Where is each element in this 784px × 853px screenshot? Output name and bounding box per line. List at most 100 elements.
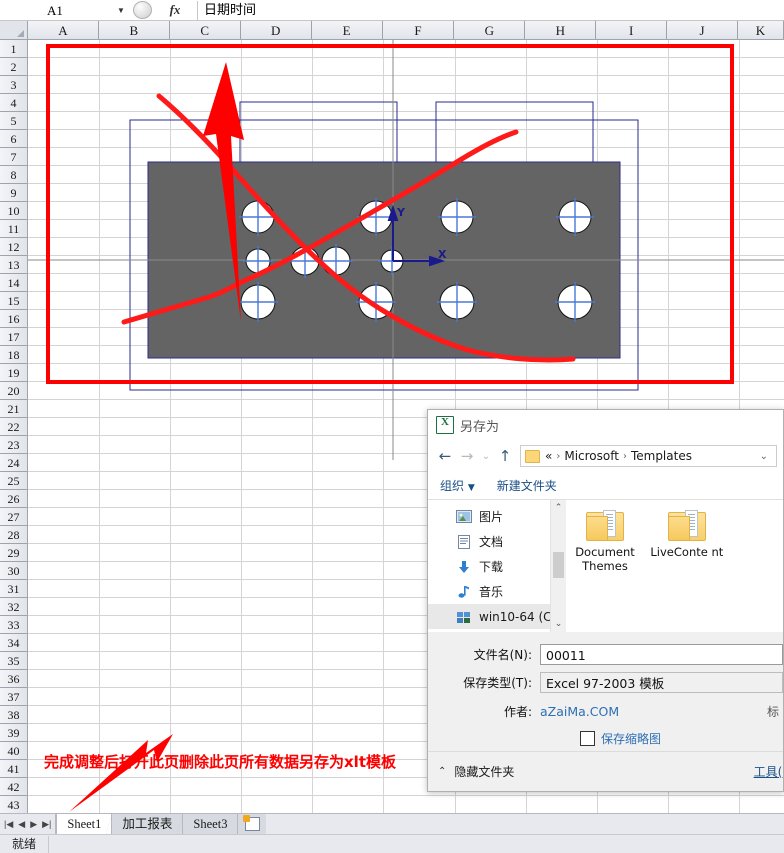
row-header-34[interactable]: 34 bbox=[0, 634, 28, 652]
row-header-41[interactable]: 41 bbox=[0, 760, 28, 778]
row-header-5[interactable]: 5 bbox=[0, 112, 28, 130]
first-sheet-icon[interactable]: |◀ bbox=[4, 819, 13, 830]
save-thumbnail-checkbox[interactable] bbox=[580, 730, 595, 746]
sidebar-item-drive-c[interactable]: win10-64 (C:) bbox=[428, 604, 566, 629]
file-item-label: Document Themes bbox=[575, 545, 635, 573]
tools-button[interactable]: 工具(L bbox=[754, 763, 783, 780]
row-header-29[interactable]: 29 bbox=[0, 544, 28, 562]
column-header-d[interactable]: D bbox=[240, 21, 312, 40]
save-as-dialog[interactable]: 另存为 ← → ⌄ ↑ « › Microsoft › Templates ⌄ … bbox=[427, 409, 784, 792]
row-header-13[interactable]: 13 bbox=[0, 256, 28, 274]
row-header-15[interactable]: 15 bbox=[0, 292, 28, 310]
arrow-up-icon[interactable]: ↑ bbox=[494, 445, 516, 467]
sidebar-item-documents[interactable]: 文档 bbox=[428, 529, 566, 554]
column-header-c[interactable]: C bbox=[169, 21, 241, 40]
chevron-down-icon[interactable]: ⌄ bbox=[551, 616, 566, 632]
hide-folders-button[interactable]: ⌃ 隐藏文件夹 bbox=[438, 763, 514, 780]
file-item[interactable]: LiveConte nt bbox=[648, 510, 726, 559]
row-header-12[interactable]: 12 bbox=[0, 238, 28, 256]
sidebar-item-music[interactable]: 音乐 bbox=[428, 579, 566, 604]
next-sheet-icon[interactable]: ▶ bbox=[30, 819, 37, 830]
formula-input[interactable]: 日期时间 bbox=[197, 0, 784, 20]
row-header-42[interactable]: 42 bbox=[0, 778, 28, 796]
row-header-3[interactable]: 3 bbox=[0, 76, 28, 94]
sidebar-scrollbar[interactable]: ⌃ ⌄ bbox=[550, 500, 566, 632]
row-header-31[interactable]: 31 bbox=[0, 580, 28, 598]
row-header-17[interactable]: 17 bbox=[0, 328, 28, 346]
sheet-tab-sheet1[interactable]: Sheet1 bbox=[51, 814, 112, 834]
row-header-1[interactable]: 1 bbox=[0, 40, 28, 58]
column-header-j[interactable]: J bbox=[667, 21, 739, 40]
sidebar-item-downloads[interactable]: 下载 bbox=[428, 554, 566, 579]
prev-sheet-icon[interactable]: ◀ bbox=[18, 819, 25, 830]
new-sheet-button[interactable] bbox=[237, 814, 267, 834]
row-header-30[interactable]: 30 bbox=[0, 562, 28, 580]
organize-button[interactable]: 组织 ▼ bbox=[440, 477, 475, 494]
author-value[interactable]: aZaiMa.COM bbox=[540, 704, 619, 719]
row-header-28[interactable]: 28 bbox=[0, 526, 28, 544]
column-header-i[interactable]: I bbox=[596, 21, 668, 40]
chevron-down-icon[interactable]: ⌄ bbox=[478, 445, 494, 467]
select-all-corner[interactable] bbox=[0, 21, 28, 40]
column-header-h[interactable]: H bbox=[525, 21, 597, 40]
sheet-tab-sheet3[interactable]: Sheet3 bbox=[177, 814, 238, 834]
last-sheet-icon[interactable]: ▶| bbox=[42, 819, 51, 830]
sheet-tab-processing-report[interactable]: 加工报表 bbox=[106, 814, 183, 834]
chevron-down-icon[interactable]: ▼ bbox=[110, 1, 132, 20]
row-header-32[interactable]: 32 bbox=[0, 598, 28, 616]
row-header-43[interactable]: 43 bbox=[0, 796, 28, 814]
row-header-26[interactable]: 26 bbox=[0, 490, 28, 508]
column-header-b[interactable]: B bbox=[98, 21, 170, 40]
breadcrumb[interactable]: « › Microsoft › Templates ⌄ bbox=[520, 445, 777, 467]
breadcrumb-item-templates[interactable]: Templates bbox=[631, 449, 692, 463]
row-header-6[interactable]: 6 bbox=[0, 130, 28, 148]
row-header-21[interactable]: 21 bbox=[0, 400, 28, 418]
arrow-left-icon[interactable]: ← bbox=[434, 445, 456, 467]
file-item[interactable]: Document Themes bbox=[566, 510, 644, 573]
tags-label[interactable]: 标 bbox=[767, 703, 779, 720]
row-header-9[interactable]: 9 bbox=[0, 184, 28, 202]
column-header-f[interactable]: F bbox=[382, 21, 455, 40]
filename-input[interactable]: 00011 bbox=[540, 643, 783, 665]
row-header-27[interactable]: 27 bbox=[0, 508, 28, 526]
row-header-11[interactable]: 11 bbox=[0, 220, 28, 238]
row-header-37[interactable]: 37 bbox=[0, 688, 28, 706]
chevron-down-icon[interactable]: ⌄ bbox=[760, 451, 768, 462]
save-thumbnail-label[interactable]: 保存缩略图 bbox=[601, 730, 661, 747]
row-header-18[interactable]: 18 bbox=[0, 346, 28, 364]
row-header-23[interactable]: 23 bbox=[0, 436, 28, 454]
row-header-4[interactable]: 4 bbox=[0, 94, 28, 112]
row-header-14[interactable]: 14 bbox=[0, 274, 28, 292]
column-header-k[interactable]: K bbox=[738, 21, 784, 40]
column-header-e[interactable]: E bbox=[311, 21, 383, 40]
row-header-25[interactable]: 25 bbox=[0, 472, 28, 490]
row-header-19[interactable]: 19 bbox=[0, 364, 28, 382]
arrow-right-icon[interactable]: → bbox=[456, 445, 478, 467]
row-header-8[interactable]: 8 bbox=[0, 166, 28, 184]
row-header-40[interactable]: 40 bbox=[0, 742, 28, 760]
row-header-36[interactable]: 36 bbox=[0, 670, 28, 688]
row-header-20[interactable]: 20 bbox=[0, 382, 28, 400]
dialog-file-list[interactable]: Document Themes LiveConte nt bbox=[566, 500, 783, 632]
breadcrumb-item-microsoft[interactable]: Microsoft bbox=[564, 449, 619, 463]
row-header-24[interactable]: 24 bbox=[0, 454, 28, 472]
row-header-16[interactable]: 16 bbox=[0, 310, 28, 328]
chevron-up-icon[interactable]: ⌃ bbox=[551, 500, 566, 516]
column-header-a[interactable]: A bbox=[27, 21, 99, 40]
row-header-39[interactable]: 39 bbox=[0, 724, 28, 742]
name-box[interactable]: A1 bbox=[0, 0, 110, 20]
row-header-22[interactable]: 22 bbox=[0, 418, 28, 436]
row-header-35[interactable]: 35 bbox=[0, 652, 28, 670]
new-folder-button[interactable]: 新建文件夹 bbox=[497, 477, 557, 494]
row-header-7[interactable]: 7 bbox=[0, 148, 28, 166]
row-header-38[interactable]: 38 bbox=[0, 706, 28, 724]
sidebar-item-pictures[interactable]: 图片 bbox=[428, 504, 566, 529]
cancel-formula-button[interactable] bbox=[133, 1, 152, 19]
filetype-select[interactable]: Excel 97-2003 模板 bbox=[540, 671, 783, 693]
row-header-10[interactable]: 10 bbox=[0, 202, 28, 220]
column-header-g[interactable]: G bbox=[454, 21, 526, 40]
row-header-2[interactable]: 2 bbox=[0, 58, 28, 76]
insert-function-icon[interactable]: fx bbox=[153, 2, 197, 18]
scrollbar-thumb[interactable] bbox=[553, 552, 564, 578]
row-header-33[interactable]: 33 bbox=[0, 616, 28, 634]
